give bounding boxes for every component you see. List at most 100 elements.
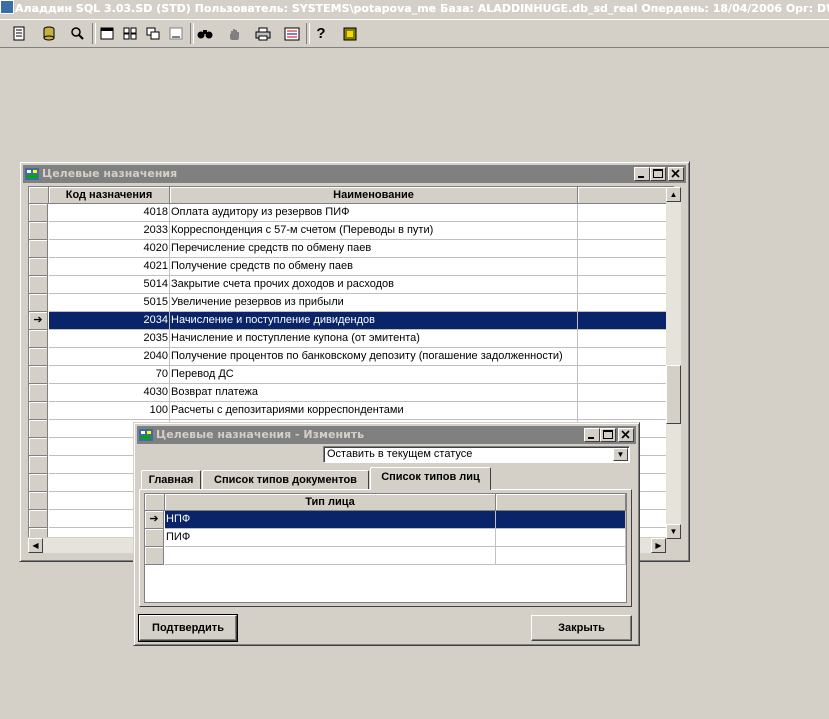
tab-document-types[interactable]: Список типов документов (202, 470, 369, 490)
table-row[interactable]: 5014 Закрытие счета прочих доходов и расх… (29, 276, 674, 294)
row-indicator[interactable] (29, 240, 48, 258)
table-row[interactable]: 70 Перевод ДС (29, 366, 674, 384)
cell-extra[interactable] (578, 366, 674, 384)
table-row[interactable]: ➔ НПФ (145, 511, 626, 529)
cell-name[interactable]: Корреспонденция с 57-м счетом (Переводы … (170, 222, 578, 240)
confirm-button[interactable]: Подтвердить (138, 614, 238, 642)
table-row[interactable]: 2033 Корреспонденция с 57-м счетом (Перев… (29, 222, 674, 240)
cell-code[interactable]: 2040 (49, 348, 170, 366)
cell-name[interactable]: Начисление и поступление купона (от эмит… (170, 330, 578, 348)
cell-extra[interactable] (578, 294, 674, 312)
row-indicator[interactable] (145, 529, 164, 547)
table-row[interactable]: 4018 Оплата аудитору из резервов ПИФ (29, 204, 674, 222)
row-indicator[interactable] (29, 366, 48, 384)
row-indicator[interactable] (29, 204, 48, 222)
cell-code[interactable]: 4021 (49, 258, 170, 276)
row-indicator[interactable] (29, 474, 48, 492)
filter-icon[interactable] (66, 23, 88, 44)
row-indicator[interactable] (29, 402, 48, 420)
table-row[interactable]: 2035 Начисление и поступление купона (от … (29, 330, 674, 348)
table-row[interactable]: 4021 Получение средств по обмену паев (29, 258, 674, 276)
database-icon[interactable] (38, 23, 60, 44)
row-indicator[interactable] (29, 438, 48, 456)
row-indicator-arrow-icon[interactable]: ➔ (145, 511, 164, 529)
cell-code[interactable]: 5014 (49, 276, 170, 294)
row-indicator-arrow-icon[interactable]: ➔ (29, 312, 48, 330)
cell-extra[interactable] (578, 258, 674, 276)
row-indicator[interactable] (29, 492, 48, 510)
cell-code[interactable]: 4030 (49, 384, 170, 402)
dialog-minimize-button[interactable] (584, 428, 600, 442)
chevron-down-icon[interactable]: ▼ (613, 448, 628, 461)
cell-name[interactable]: Расчеты с депозитариями корреспондентами (170, 402, 578, 420)
cell-code[interactable]: 4020 (49, 240, 170, 258)
cell-name[interactable]: Возврат платежа (170, 384, 578, 402)
row-indicator[interactable] (29, 384, 48, 402)
cell-extra[interactable] (578, 240, 674, 258)
cell-name[interactable]: Перевод ДС (170, 366, 578, 384)
help-icon[interactable]: ? (310, 23, 332, 44)
cell-person-type[interactable]: ПИФ (165, 529, 496, 547)
row-indicator[interactable] (29, 330, 48, 348)
status-select[interactable]: Оставить в текущем статусе ▼ (323, 446, 630, 463)
table-row[interactable]: 2040 Получение процентов по банковскому д… (29, 348, 674, 366)
row-indicator[interactable] (29, 420, 48, 438)
cascade-icon[interactable] (142, 23, 164, 44)
table-row[interactable]: 4020 Перечисление средств по обмену паев (29, 240, 674, 258)
cell-blank[interactable] (496, 529, 626, 547)
window-icon[interactable] (96, 23, 118, 44)
person-types-grid[interactable]: Тип лица ➔ НПФ ПИФ (144, 493, 627, 603)
column-header-name[interactable]: Наименование (170, 187, 578, 204)
document-icon[interactable] (8, 23, 30, 44)
cell-person-type[interactable]: НПФ (165, 511, 496, 529)
dialog-close-button[interactable] (618, 428, 634, 442)
row-indicator[interactable] (29, 258, 48, 276)
column-header-code[interactable]: Код назначения (49, 187, 170, 204)
cell-code[interactable]: 2033 (49, 222, 170, 240)
cell-blank[interactable] (496, 547, 626, 565)
close-dialog-button[interactable]: Закрыть (531, 615, 632, 641)
cell-extra[interactable] (578, 312, 674, 330)
row-indicator[interactable] (29, 294, 48, 312)
cell-extra[interactable] (578, 276, 674, 294)
scroll-down-button[interactable]: ▼ (666, 524, 681, 539)
cell-code[interactable]: 5015 (49, 294, 170, 312)
cell-code[interactable]: 100 (49, 402, 170, 420)
row-indicator[interactable] (29, 222, 48, 240)
cell-person-type[interactable] (165, 547, 496, 565)
row-indicator[interactable] (145, 547, 164, 565)
cell-code[interactable]: 70 (49, 366, 170, 384)
table-row[interactable]: 100 Расчеты с депозитариями корреспондент… (29, 402, 674, 420)
vertical-scrollbar[interactable]: ▲ ▼ (666, 187, 681, 539)
cell-extra[interactable] (578, 222, 674, 240)
minimize-all-icon[interactable] (165, 23, 187, 44)
row-indicator[interactable] (29, 276, 48, 294)
cell-code[interactable]: 2035 (49, 330, 170, 348)
row-indicator[interactable] (29, 456, 48, 474)
cell-name[interactable]: Оплата аудитору из резервов ПИФ (170, 204, 578, 222)
cell-extra[interactable] (578, 348, 674, 366)
table-row[interactable]: 5015 Увеличение резервов из прибыли (29, 294, 674, 312)
tab-person-types[interactable]: Список типов лиц (370, 467, 491, 490)
cell-extra[interactable] (578, 402, 674, 420)
cell-blank[interactable] (496, 511, 626, 529)
hand-icon[interactable] (223, 23, 245, 44)
table-row[interactable] (145, 547, 626, 565)
binoculars-icon[interactable] (194, 23, 216, 44)
row-indicator[interactable] (29, 510, 48, 528)
printer-icon[interactable] (252, 23, 274, 44)
cell-name[interactable]: Начисление и поступление дивидендов (170, 312, 578, 330)
table-row[interactable]: 4030 Возврат платежа (29, 384, 674, 402)
row-indicator[interactable] (29, 348, 48, 366)
row-indicator[interactable] (29, 528, 48, 537)
export-icon[interactable] (281, 23, 303, 44)
scroll-up-button[interactable]: ▲ (666, 187, 681, 202)
column-header-extra[interactable] (578, 187, 674, 204)
cell-code[interactable]: 4018 (49, 204, 170, 222)
tab-main[interactable]: Главная (141, 470, 201, 490)
scroll-right-button[interactable]: ▶ (651, 538, 666, 553)
cell-extra[interactable] (578, 384, 674, 402)
column-header-person-type[interactable]: Тип лица (165, 494, 496, 511)
tile-icon[interactable] (119, 23, 141, 44)
cell-extra[interactable] (578, 330, 674, 348)
